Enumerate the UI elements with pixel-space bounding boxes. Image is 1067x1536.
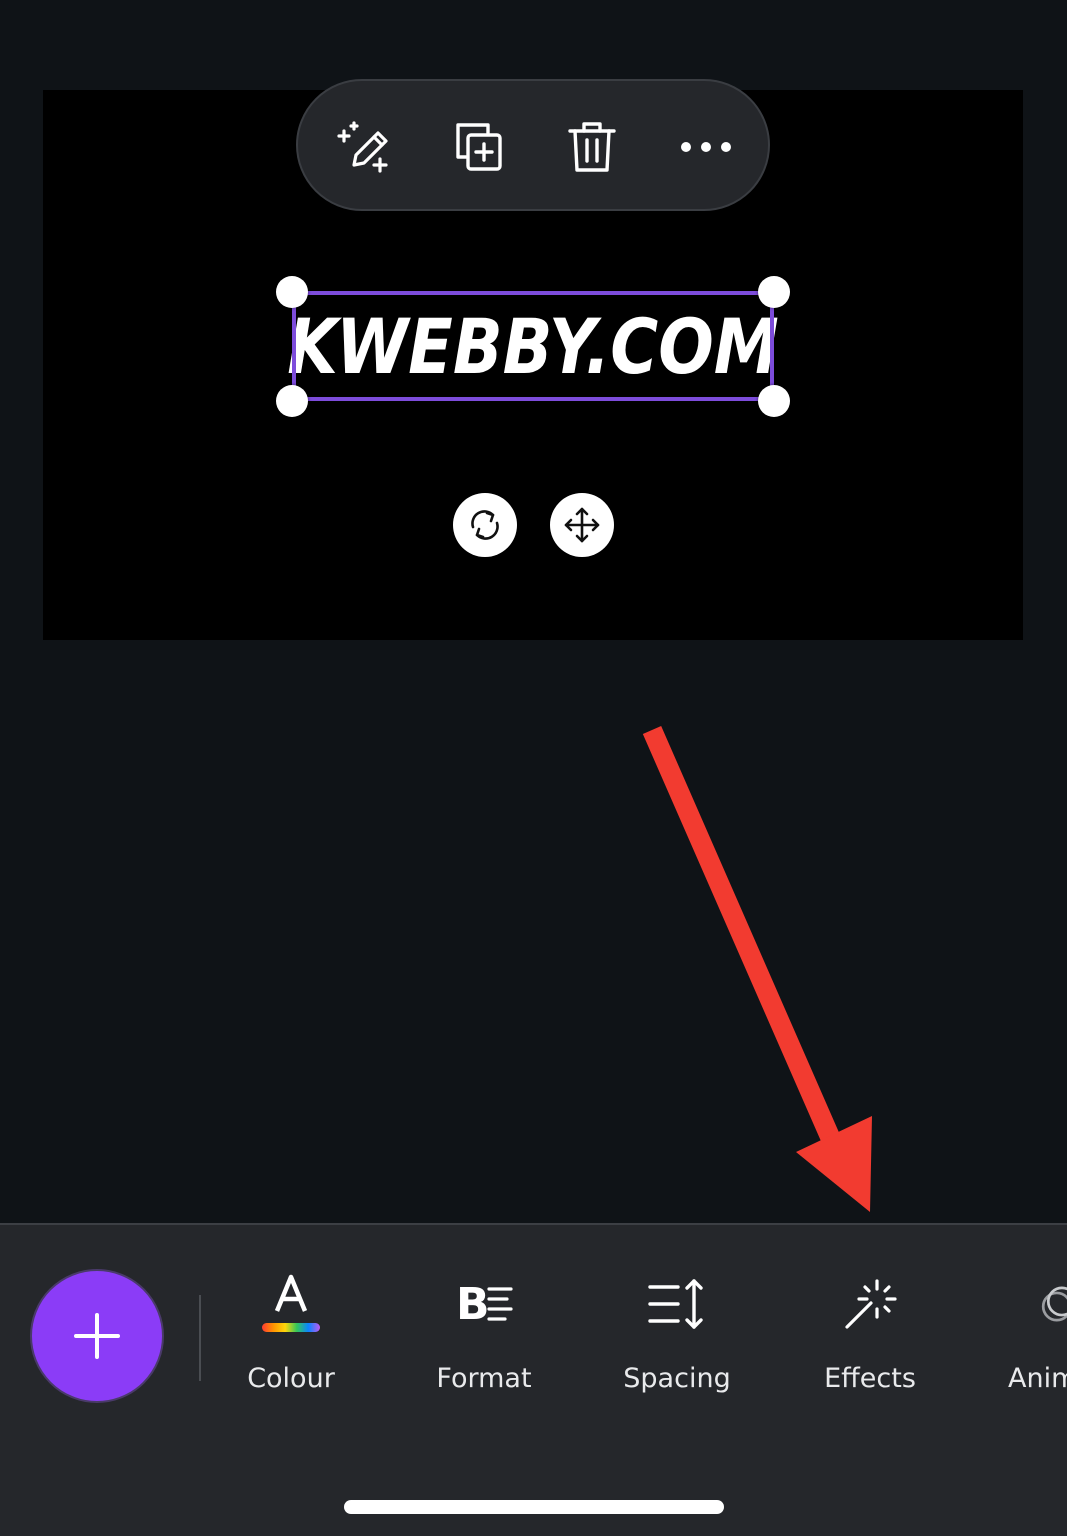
svg-text:B: B bbox=[456, 1279, 490, 1330]
delete-button[interactable] bbox=[562, 117, 622, 177]
more-options-button[interactable] bbox=[676, 117, 736, 177]
editor-screen: KWEBBY.COM Colour B Format Spacing Effec… bbox=[0, 0, 1067, 1536]
bottom-toolbar: Colour B Format Spacing Effects Anim bbox=[0, 1223, 1067, 1536]
rotate-button[interactable] bbox=[453, 493, 517, 557]
spacing-icon bbox=[648, 1279, 703, 1329]
selection-frame bbox=[292, 291, 774, 401]
tool-label: Effects bbox=[824, 1363, 916, 1394]
animate-icon bbox=[1041, 1286, 1067, 1322]
add-element-button[interactable] bbox=[30, 1269, 164, 1403]
tool-label: Colour bbox=[247, 1363, 335, 1394]
tool-spacing[interactable]: Spacing bbox=[592, 1265, 762, 1405]
tool-label: Anim bbox=[1008, 1363, 1067, 1394]
resize-handle-top-left[interactable] bbox=[276, 276, 308, 308]
move-icon bbox=[564, 507, 600, 543]
rotate-icon bbox=[471, 510, 499, 540]
home-indicator bbox=[344, 1500, 724, 1514]
resize-handle-top-right[interactable] bbox=[758, 276, 790, 308]
toolbar-divider bbox=[199, 1295, 201, 1381]
plus-icon bbox=[74, 1313, 120, 1359]
resize-handle-bottom-right[interactable] bbox=[758, 385, 790, 417]
tool-effects[interactable]: Effects bbox=[785, 1265, 955, 1405]
tool-animate[interactable]: Anim bbox=[978, 1265, 1067, 1405]
text-colour-icon bbox=[262, 1274, 320, 1332]
move-button[interactable] bbox=[550, 493, 614, 557]
tool-format[interactable]: B Format bbox=[399, 1265, 569, 1405]
magic-edit-button[interactable] bbox=[334, 117, 394, 177]
resize-handle-bottom-left[interactable] bbox=[276, 385, 308, 417]
tool-label: Format bbox=[436, 1363, 532, 1394]
effects-wand-icon bbox=[845, 1279, 897, 1329]
magic-edit-icon bbox=[337, 121, 388, 173]
trash-icon bbox=[568, 122, 616, 172]
more-icon bbox=[681, 142, 731, 152]
duplicate-button[interactable] bbox=[448, 117, 508, 177]
duplicate-icon bbox=[456, 123, 502, 171]
format-icon: B bbox=[456, 1279, 513, 1330]
tool-colour[interactable]: Colour bbox=[206, 1265, 376, 1405]
element-floating-toolbar bbox=[296, 79, 770, 211]
tool-label: Spacing bbox=[623, 1363, 731, 1394]
